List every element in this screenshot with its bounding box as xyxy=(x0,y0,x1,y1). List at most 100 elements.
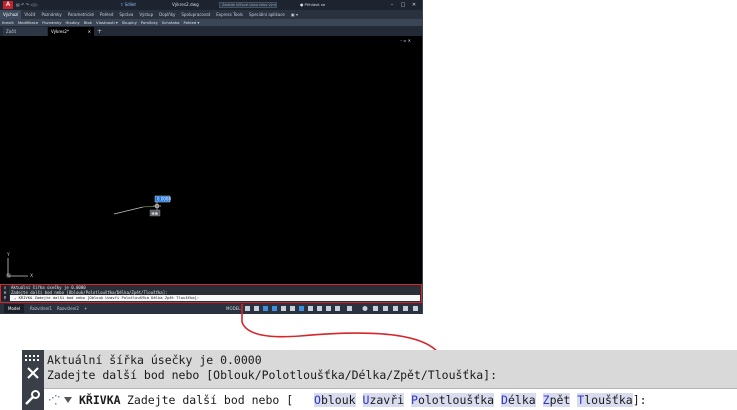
panel-modifikace[interactable]: Modifikace xyxy=(16,19,40,26)
status-bar: Model Rozvržení1 Rozvržení2 + MODEL xyxy=(0,303,422,314)
file-tabs: Začít Výkres2* ✕ + xyxy=(0,26,422,36)
grip-icon[interactable] xyxy=(22,354,44,362)
tab-vystup[interactable]: Výstup xyxy=(136,10,156,19)
tab-layout2[interactable]: Rozvržení2 xyxy=(53,304,83,313)
option-zpet[interactable]: Zpět xyxy=(542,393,571,407)
drawing-tab-label: Výkres2* xyxy=(51,29,69,34)
transparency-icon xyxy=(299,306,304,311)
command-name: KŘIVKA xyxy=(79,393,121,407)
tab-express-tools[interactable]: Express Tools xyxy=(213,10,246,19)
lineweight-icon xyxy=(290,306,295,311)
tab-pohled[interactable]: Pohled xyxy=(97,10,116,19)
tab-vlozit[interactable]: Vložit xyxy=(21,10,38,19)
minimize-button[interactable]: – xyxy=(388,1,396,9)
tab-parametricke[interactable]: Parametrické xyxy=(65,10,97,19)
panel-pomucky[interactable]: Pomůcky xyxy=(139,19,160,26)
option-delka[interactable]: Délka xyxy=(501,393,536,407)
panel-blok[interactable]: Blok xyxy=(82,19,94,26)
forward-icon[interactable]: ▷ xyxy=(35,2,38,7)
back-icon[interactable]: ◁ xyxy=(30,2,33,7)
drawing-area: 0.0000 ▣▣ Y X xyxy=(6,195,171,279)
new-tab-button[interactable]: + xyxy=(96,27,104,36)
share-button[interactable]: ⇪ Sdílet xyxy=(120,2,136,8)
search-input[interactable]: Zadejte klíčové slovo nebo výraz xyxy=(219,2,277,8)
signin-button[interactable]: ● Přihlásit se xyxy=(300,2,325,8)
quick-properties-icon xyxy=(383,306,388,311)
panel-kreslit[interactable]: Kreslit xyxy=(0,19,16,26)
ribbon-panels: Kreslit Modifikace Poznámky Hladiny Blok Vlas… xyxy=(0,19,422,26)
osnap-3d-icon xyxy=(317,306,322,311)
close-button[interactable]: ✕ xyxy=(410,1,418,9)
ucs-x-label: X xyxy=(30,273,33,279)
close-icon[interactable] xyxy=(22,367,44,379)
tab-spolupracovat[interactable]: Spolupracovat xyxy=(178,10,213,19)
option-oblouk[interactable]: Oblouk xyxy=(314,393,356,407)
history-line-2: Zadejte další bod nebo [Oblouk/Polotlouš… xyxy=(47,368,498,382)
crosshair-cursor xyxy=(153,202,161,210)
tab-layout1[interactable]: Rozvržení1 xyxy=(26,304,56,313)
option-tloustka[interactable]: Tloušťka xyxy=(577,393,633,407)
panel-hladiny[interactable]: Hladiny xyxy=(63,19,81,26)
customize-icon[interactable]: ⚲ xyxy=(1,295,9,300)
close-tab-icon[interactable]: ✕ xyxy=(88,27,91,36)
ribbon-tabs: Výchozí Vložit Poznámky Parametrické Pohled S… xyxy=(0,10,422,19)
snap-icon xyxy=(254,306,259,311)
option-polotloustka[interactable]: Polotloušťka xyxy=(411,393,495,407)
undo-icon[interactable]: ↶ xyxy=(21,2,24,7)
command-options: Oblouk Uzavři Polotloušťka Délka Zpět Tl… xyxy=(314,389,647,410)
panel-schranka[interactable]: Schránka xyxy=(160,19,182,26)
status-toolbar xyxy=(245,306,418,311)
grid-icon xyxy=(245,306,250,311)
fullscreen-icon xyxy=(403,306,408,311)
tab-model[interactable]: Model xyxy=(4,304,25,313)
option-uzavri[interactable]: Uzavři xyxy=(362,393,405,407)
app-logo[interactable]: A xyxy=(3,1,13,9)
add-layout-button[interactable]: + xyxy=(80,304,91,313)
command-line-zoom[interactable]: Aktuální šířka úsečky je 0.0000 Zadejte … xyxy=(22,350,737,410)
tab-doplnky[interactable]: Doplňky xyxy=(156,10,178,19)
maximize-button[interactable]: □ xyxy=(399,1,407,9)
tab-start[interactable]: Začít xyxy=(3,27,47,36)
signin-label: Přihlásit se xyxy=(304,2,326,7)
isolate-icon xyxy=(393,306,398,311)
share-label: Sdílet xyxy=(124,2,136,7)
ucs-y-label: Y xyxy=(6,252,10,258)
command-input[interactable]: KŘIVKA Zadejte další bod nebo [ Oblouk U… xyxy=(44,388,737,410)
polar-icon xyxy=(272,306,277,311)
autocad-window: A ▤ ↶ ↷ ◁ ▷ ⇪ Sdílet Výkres2.dwg Zadejte… xyxy=(0,0,423,314)
command-input-small[interactable]: ⌄ KŘIVKA Zadejte další bod nebo [Oblouk … xyxy=(10,295,420,301)
new-icon[interactable]: ▤ xyxy=(16,2,20,7)
tab-sprava[interactable]: Správa xyxy=(116,10,136,19)
ortho-icon xyxy=(263,306,268,311)
tab-poznamky[interactable]: Poznámky xyxy=(38,10,64,19)
workspace-icon xyxy=(347,306,352,311)
cursor-tooltip-text: ▣▣ xyxy=(152,212,159,216)
command-line-handle[interactable]: ⁝⁝ ✕ ⚲ xyxy=(1,285,9,301)
command-prompt-end: ]: xyxy=(632,393,647,407)
command-line-small[interactable]: ⁝⁝ ✕ ⚲ Aktuální šířka úsečky je 0.0000 Z… xyxy=(0,284,422,303)
redo-icon[interactable]: ↷ xyxy=(26,2,29,7)
command-line-side-handle[interactable] xyxy=(22,350,44,410)
quick-access-toolbar[interactable]: ▤ ↶ ↷ ◁ ▷ xyxy=(16,2,38,8)
document-title: Výkres2.dwg xyxy=(172,2,199,7)
tab-vychozi[interactable]: Výchozí xyxy=(0,10,22,19)
recent-commands-icon[interactable] xyxy=(48,393,76,407)
history-line-1: Aktuální šířka úsečky je 0.0000 xyxy=(47,353,262,367)
panel-pohled[interactable]: Pohled ▾ xyxy=(182,19,202,26)
customize-wrench-icon[interactable] xyxy=(22,390,44,406)
drawing-canvas[interactable]: – ▫ ✕ 0.0000 ▣▣ Y X xyxy=(0,36,422,284)
panel-skupiny[interactable]: Skupiny xyxy=(120,19,139,26)
model-space-button[interactable]: MODEL xyxy=(226,303,240,314)
command-prompt-text: Zadejte další bod nebo [ xyxy=(127,393,294,407)
customize-status-icon xyxy=(413,306,418,311)
dynamic-input-value: 0.0000 xyxy=(157,197,171,202)
tab-specialni-aplikace[interactable]: Speciální aplikace xyxy=(246,10,288,19)
gear-icon xyxy=(362,306,368,311)
tab-drawing[interactable]: Výkres2* ✕ xyxy=(48,27,94,36)
polyline-segment xyxy=(113,206,144,215)
panel-vlastnosti[interactable]: Vlastnosti ▾ xyxy=(94,19,120,26)
selection-cycling-icon xyxy=(308,306,313,311)
panel-poznamky[interactable]: Poznámky xyxy=(40,19,63,26)
command-history: Aktuální šířka úsečky je 0.0000 Zadejte … xyxy=(44,350,737,388)
ribbon-options-button[interactable]: ▣ ▾ xyxy=(288,10,301,19)
